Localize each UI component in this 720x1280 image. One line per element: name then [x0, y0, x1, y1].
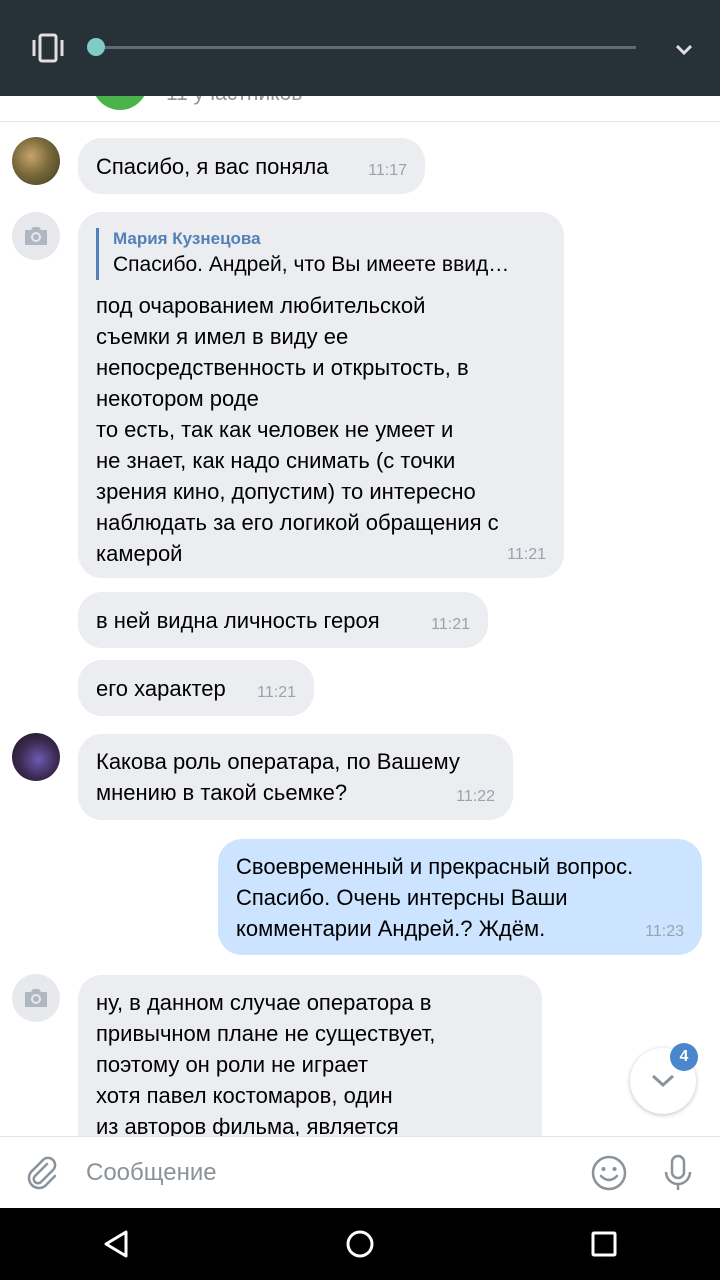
smile-icon[interactable] — [590, 1154, 628, 1192]
camera-icon — [25, 989, 47, 1007]
reply-author: Мария Кузнецова — [113, 229, 261, 248]
message-bubble[interactable]: Спасибо, я вас поняла 11:17 — [78, 138, 425, 194]
reply-quote[interactable]: Мария Кузнецова Спасибо. Андрей, что Вы … — [96, 228, 546, 280]
avatar[interactable] — [12, 137, 60, 185]
paperclip-icon[interactable] — [24, 1155, 60, 1191]
message-time: 11:21 — [431, 616, 470, 633]
chevron-down-icon[interactable] — [672, 38, 696, 62]
message-text: под очарованием любительской съемки я им… — [96, 293, 499, 566]
system-navigation-bar — [0, 1208, 720, 1280]
avatar[interactable] — [12, 974, 60, 1022]
message-text: Спасибо, я вас поняла — [96, 154, 329, 179]
back-triangle-icon[interactable] — [100, 1228, 132, 1260]
message-time: 11:23 — [645, 923, 684, 940]
volume-panel — [0, 0, 720, 96]
volume-slider-track[interactable] — [96, 46, 636, 49]
message-bubble-outgoing[interactable]: Своевременный и прекрасный вопрос. Спаси… — [218, 839, 702, 955]
message-time: 11:22 — [456, 788, 495, 805]
message-time: 11:21 — [507, 546, 546, 563]
camera-icon — [25, 227, 47, 245]
message-bubble[interactable]: Мария Кузнецова Спасибо. Андрей, что Вы … — [78, 212, 564, 578]
avatar[interactable] — [12, 733, 60, 781]
unread-badge: 4 — [670, 1043, 698, 1071]
volume-slider-thumb[interactable] — [87, 38, 105, 56]
home-circle-icon[interactable] — [344, 1228, 376, 1260]
chat-subtitle: 11 участников — [166, 96, 302, 106]
microphone-icon[interactable] — [660, 1154, 696, 1192]
message-text: в ней видна личность героя — [96, 608, 380, 633]
message-text: Какова роль оператара, по Вашему мнению … — [96, 749, 460, 805]
chevron-down-icon — [651, 1074, 675, 1088]
avatar[interactable] — [12, 212, 60, 260]
reply-text: Спасибо. Андрей, что Вы имеете ввид… — [113, 253, 510, 276]
message-bubble[interactable]: ну, в данном случае оператора в привычно… — [78, 975, 542, 1136]
message-text: ну, в данном случае оператора в привычно… — [96, 990, 436, 1136]
vibrate-icon[interactable] — [30, 32, 66, 64]
message-time: 11:17 — [368, 162, 407, 179]
recents-square-icon[interactable] — [588, 1228, 620, 1260]
message-text: Своевременный и прекрасный вопрос. Спаси… — [236, 854, 634, 941]
message-bubble[interactable]: Какова роль оператара, по Вашему мнению … — [78, 734, 513, 820]
message-bubble[interactable]: в ней видна личность героя 11:21 — [78, 592, 488, 648]
message-composer — [0, 1136, 720, 1208]
chat-avatar — [92, 96, 148, 110]
message-bubble[interactable]: его характер 11:21 — [78, 660, 314, 716]
chat-header[interactable]: 11 участников — [0, 96, 720, 122]
message-list[interactable]: Спасибо, я вас поняла 11:17 Мария Кузнец… — [0, 122, 720, 1136]
message-input[interactable] — [86, 1155, 566, 1191]
message-time: 11:21 — [257, 684, 296, 701]
